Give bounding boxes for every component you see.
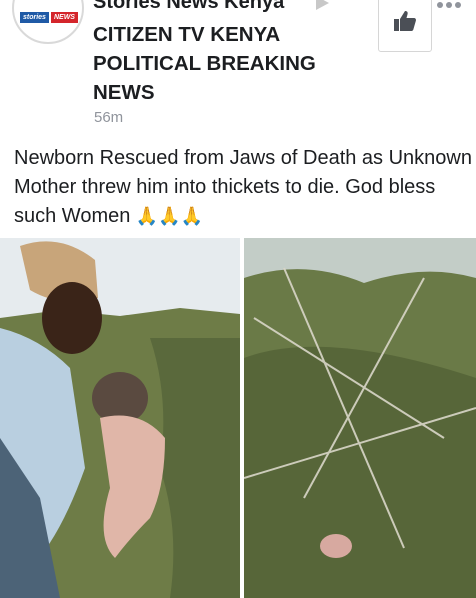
- shared-to-arrow-icon: [316, 0, 329, 10]
- post-photo-left[interactable]: [0, 238, 240, 598]
- logo-text-news: NEWS: [50, 12, 78, 23]
- post-photo-right[interactable]: [244, 238, 476, 598]
- like-page-button[interactable]: [378, 0, 432, 52]
- thumbs-up-icon: [394, 11, 416, 31]
- post-header: stories NEWS Stories News Kenya CITIZEN …: [0, 0, 476, 140]
- more-options-icon[interactable]: [437, 2, 461, 8]
- page-name-link[interactable]: Stories News Kenya: [93, 0, 284, 14]
- post-text-body: Newborn Rescued from Jaws of Death as Un…: [14, 147, 472, 227]
- praying-hands-emoji: 🙏🙏🙏: [135, 206, 204, 226]
- group-name-link[interactable]: CITIZEN TV KENYA POLITICAL BREAKING NEWS: [93, 20, 363, 107]
- post-message: Newborn Rescued from Jaws of Death as Un…: [14, 144, 474, 231]
- page-avatar[interactable]: stories NEWS: [12, 0, 84, 44]
- photo-left-illustration: [0, 238, 240, 598]
- logo-text-stories: stories: [20, 12, 49, 23]
- page-logo: stories NEWS: [20, 12, 78, 23]
- post-timestamp[interactable]: 56m: [94, 109, 123, 126]
- photo-right-illustration: [244, 238, 476, 598]
